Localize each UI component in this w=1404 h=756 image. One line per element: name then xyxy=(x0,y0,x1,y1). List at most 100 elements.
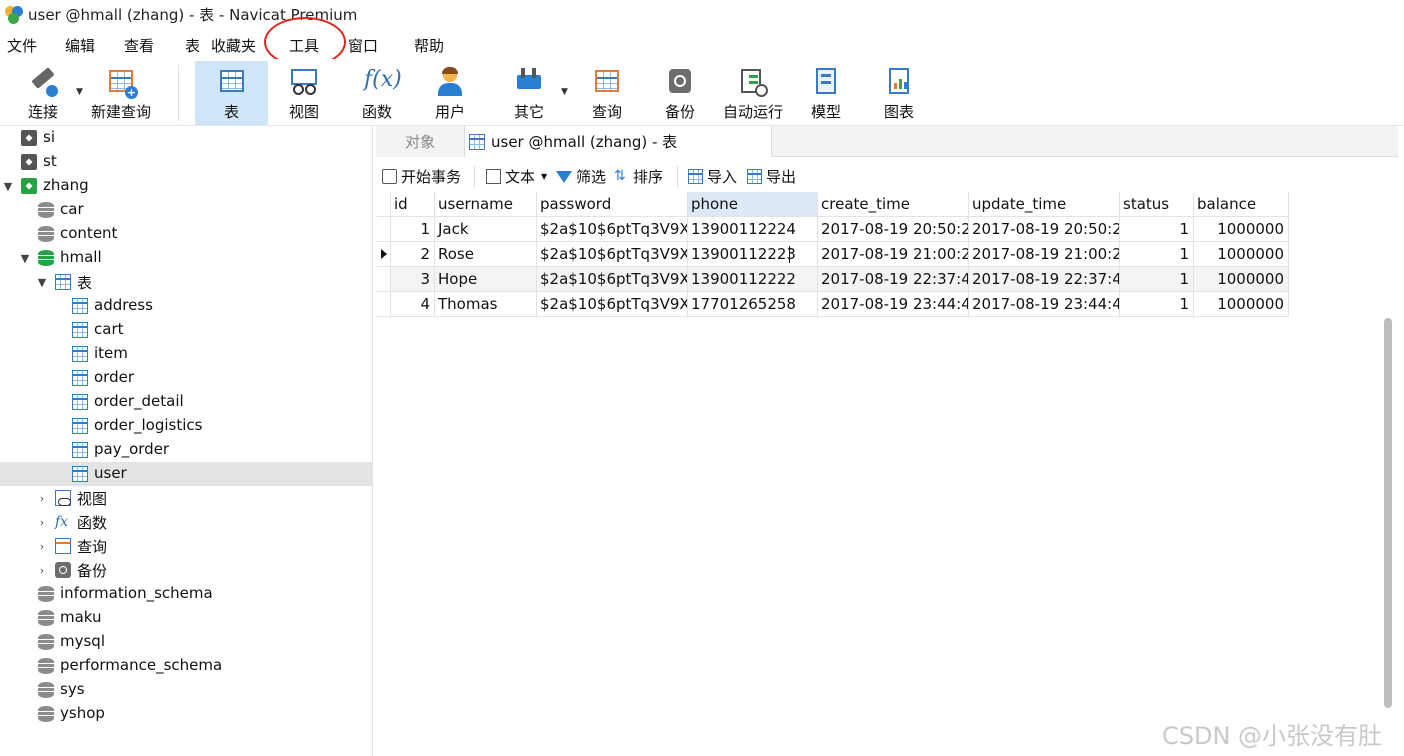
tree-db-maku[interactable]: maku xyxy=(0,606,373,630)
tree-connection-zhang[interactable]: ▼ zhang xyxy=(0,174,373,198)
other-dropdown-icon[interactable]: ▼ xyxy=(561,87,568,97)
vertical-scrollbar[interactable] xyxy=(1384,318,1392,708)
chevron-right-icon[interactable]: › xyxy=(37,492,47,505)
tree-folder-backups[interactable]: › 备份 xyxy=(0,558,373,582)
tree-db-performance-schema[interactable]: performance_schema xyxy=(0,654,373,678)
cell-status[interactable]: 1 xyxy=(1120,217,1194,242)
cell-update-time[interactable]: 2017-08-19 20:50:21 xyxy=(969,217,1120,242)
tree-folder-tables[interactable]: ▼ 表 xyxy=(0,270,373,294)
column-header-password[interactable]: password xyxy=(537,192,688,217)
tree-table-pay-order[interactable]: pay_order xyxy=(0,438,373,462)
chevron-right-icon[interactable]: › xyxy=(37,564,47,577)
cell-create-time[interactable]: 2017-08-19 23:44:45 xyxy=(818,292,969,317)
new-query-button[interactable]: + 新建查询 xyxy=(88,61,154,125)
chart-button[interactable]: 图表 xyxy=(871,61,927,125)
tree-table-cart[interactable]: cart xyxy=(0,318,373,342)
column-header-id[interactable]: id xyxy=(391,192,435,217)
menu-edit[interactable]: 编辑 xyxy=(65,35,95,56)
model-button[interactable]: 模型 xyxy=(798,61,854,125)
cell-balance[interactable]: 1000000 xyxy=(1194,267,1289,292)
table-row[interactable]: 3 Hope $2a$10$6ptTq3V9Xf 13900112222 201… xyxy=(377,267,1289,292)
tree-folder-queries[interactable]: › 查询 xyxy=(0,534,373,558)
cell-create-time[interactable]: 2017-08-19 20:50:21 xyxy=(818,217,969,242)
menu-file[interactable]: 文件 xyxy=(7,35,37,56)
cell-balance[interactable]: 1000000 xyxy=(1194,292,1289,317)
table-row[interactable]: 2 Rose $2a$10$6ptTq3V9Xf 13900112223 201… xyxy=(377,242,1289,267)
cell-phone[interactable]: 13900112224 xyxy=(688,217,818,242)
connect-dropdown-icon[interactable]: ▼ xyxy=(76,87,83,97)
menu-table[interactable]: 表 xyxy=(185,35,200,56)
tree-folder-views[interactable]: › 视图 xyxy=(0,486,373,510)
cell-id[interactable]: 1 xyxy=(391,217,435,242)
cell-update-time[interactable]: 2017-08-19 22:37:44 xyxy=(969,267,1120,292)
chevron-down-icon[interactable]: ▼ xyxy=(3,180,13,193)
tree-db-mysql[interactable]: mysql xyxy=(0,630,373,654)
chevron-down-icon[interactable]: ▼ xyxy=(37,276,47,289)
tree-db-hmall[interactable]: ▼ hmall xyxy=(0,246,373,270)
cell-id[interactable]: 2 xyxy=(391,242,435,267)
tree-connection-st[interactable]: st xyxy=(0,150,373,174)
auto-run-button[interactable]: 自动运行 xyxy=(719,61,787,125)
tree-db-yshop[interactable]: yshop xyxy=(0,702,373,726)
cell-balance[interactable]: 1000000 xyxy=(1194,242,1289,267)
cell-phone-editing[interactable]: 13900112223 xyxy=(688,242,818,267)
cell-username[interactable]: Thomas xyxy=(435,292,537,317)
menu-favorites[interactable]: 收藏夹 xyxy=(211,35,256,56)
cell-username[interactable]: Jack xyxy=(435,217,537,242)
menu-tools[interactable]: 工具 xyxy=(289,35,319,56)
column-header-status[interactable]: status xyxy=(1120,192,1194,217)
tree-table-order-detail[interactable]: order_detail xyxy=(0,390,373,414)
column-header-phone[interactable]: phone xyxy=(688,192,818,217)
filter-button[interactable]: 筛选 xyxy=(556,166,606,187)
tree-table-user[interactable]: user xyxy=(0,462,373,486)
column-header-create-time[interactable]: create_time xyxy=(818,192,969,217)
tree-connection-si[interactable]: si xyxy=(0,126,373,150)
menu-view[interactable]: 查看 xyxy=(124,35,154,56)
export-button[interactable]: 导出 xyxy=(747,166,796,187)
cell-id[interactable]: 4 xyxy=(391,292,435,317)
cell-status[interactable]: 1 xyxy=(1120,292,1194,317)
text-button[interactable]: 文本 ▼ xyxy=(486,166,547,187)
user-button[interactable]: 用户 xyxy=(422,61,478,125)
cell-password[interactable]: $2a$10$6ptTq3V9Xf xyxy=(537,242,688,267)
import-button[interactable]: 导入 xyxy=(688,166,737,187)
row-marker[interactable] xyxy=(377,267,391,292)
cell-password[interactable]: $2a$10$6ptTq3V9Xf xyxy=(537,267,688,292)
tree-db-content[interactable]: content xyxy=(0,222,373,246)
tree-folder-functions[interactable]: › fx 函数 xyxy=(0,510,373,534)
cell-status[interactable]: 1 xyxy=(1120,242,1194,267)
table-row[interactable]: 1 Jack $2a$10$6ptTq3V9Xf 13900112224 201… xyxy=(377,217,1289,242)
chevron-right-icon[interactable]: › xyxy=(37,516,47,529)
view-button[interactable]: 视图 xyxy=(276,61,332,125)
tree-db-information-schema[interactable]: information_schema xyxy=(0,582,373,606)
cell-password[interactable]: $2a$10$6ptTq3V9Xf xyxy=(537,292,688,317)
column-header-username[interactable]: username xyxy=(435,192,537,217)
chevron-down-icon[interactable]: ▼ xyxy=(541,172,547,181)
sort-button[interactable]: ⇅ 排序 xyxy=(614,166,663,187)
menu-window[interactable]: 窗口 xyxy=(348,35,378,56)
menu-help[interactable]: 帮助 xyxy=(414,35,444,56)
cell-update-time[interactable]: 2017-08-19 21:00:23 xyxy=(969,242,1120,267)
table-button[interactable]: 表 xyxy=(195,61,268,125)
tree-table-item[interactable]: item xyxy=(0,342,373,366)
backup-button[interactable]: 备份 xyxy=(652,61,708,125)
cell-update-time[interactable]: 2017-08-19 23:44:45 xyxy=(969,292,1120,317)
cell-phone[interactable]: 17701265258 xyxy=(688,292,818,317)
cell-balance[interactable]: 1000000 xyxy=(1194,217,1289,242)
cell-password[interactable]: $2a$10$6ptTq3V9Xf xyxy=(537,217,688,242)
cell-status[interactable]: 1 xyxy=(1120,267,1194,292)
tab-user-table[interactable]: user @hmall (zhang) - 表 xyxy=(464,126,772,157)
tree-db-sys[interactable]: sys xyxy=(0,678,373,702)
cell-username[interactable]: Rose xyxy=(435,242,537,267)
tree-db-car[interactable]: car xyxy=(0,198,373,222)
query-button[interactable]: 查询 xyxy=(579,61,635,125)
column-header-update-time[interactable]: update_time xyxy=(969,192,1120,217)
connect-button[interactable]: 连接 xyxy=(18,61,68,125)
column-header-balance[interactable]: balance xyxy=(1194,192,1289,217)
row-marker[interactable] xyxy=(377,292,391,317)
tree-table-order-logistics[interactable]: order_logistics xyxy=(0,414,373,438)
other-button[interactable]: 其它 xyxy=(501,61,557,125)
chevron-right-icon[interactable]: › xyxy=(37,540,47,553)
begin-transaction-button[interactable]: 开始事务 xyxy=(382,166,461,187)
function-button[interactable]: f(x) 函数 xyxy=(349,61,405,125)
